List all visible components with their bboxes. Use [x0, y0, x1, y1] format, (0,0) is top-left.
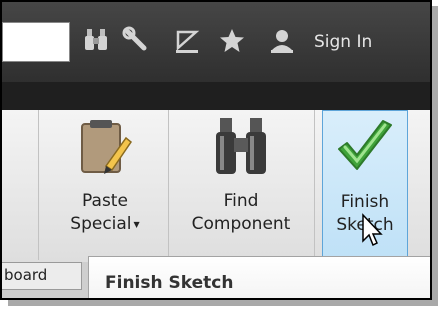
paste-special-label-line1: Paste — [82, 191, 128, 211]
finish-sketch-button[interactable]: Finish Sketch — [322, 110, 408, 260]
separator — [38, 110, 39, 260]
clipboard-pencil-icon — [76, 118, 134, 185]
application-window: Sign In Paste Special ▼ Find Component F… — [0, 0, 432, 300]
binoculars-icon[interactable] — [82, 26, 112, 56]
separator — [314, 110, 315, 260]
find-component-button[interactable]: Find Component — [170, 110, 312, 260]
finish-sketch-label-line1: Finish — [340, 192, 390, 212]
wrench-icon[interactable] — [122, 26, 152, 56]
ribbon-tab-bar — [2, 82, 430, 112]
sign-in-link[interactable]: Sign In — [314, 32, 372, 52]
dropdown-caret-icon[interactable]: ▼ — [134, 220, 140, 229]
ribbon-panel: Paste Special ▼ Find Component Finish — [2, 110, 430, 262]
panel-tab-clipboard[interactable]: board — [2, 262, 82, 290]
separator — [168, 110, 169, 260]
find-component-label-line1: Find — [223, 191, 259, 211]
find-component-label-line2: Component — [191, 214, 291, 234]
tooltip-title: Finish Sketch — [105, 273, 234, 293]
paste-special-button[interactable]: Paste Special ▼ — [50, 110, 160, 260]
star-icon[interactable] — [217, 26, 247, 56]
satellite-icon[interactable] — [172, 26, 202, 56]
mouse-cursor-icon — [361, 213, 385, 256]
title-toolbar: Sign In — [2, 2, 430, 82]
tooltip: Finish Sketch — [88, 256, 430, 298]
binoculars-icon — [212, 116, 270, 185]
search-input[interactable] — [2, 22, 70, 62]
paste-special-label-line2: Special — [70, 214, 132, 234]
user-icon[interactable] — [267, 26, 297, 56]
checkmark-icon — [335, 119, 395, 182]
